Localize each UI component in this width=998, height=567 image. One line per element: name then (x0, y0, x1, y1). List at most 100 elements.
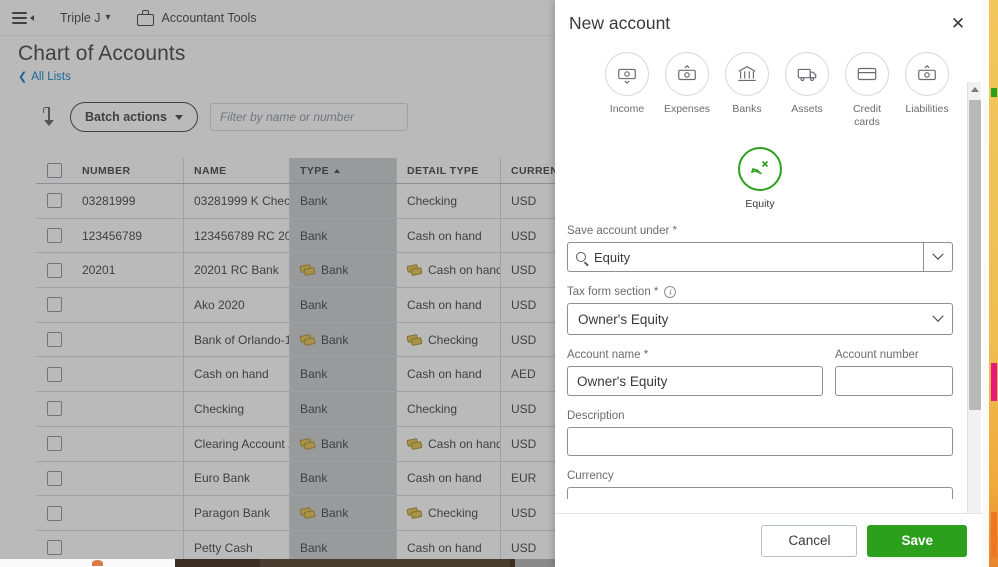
row-checkbox[interactable] (46, 436, 62, 452)
select-all-checkbox[interactable] (46, 163, 62, 178)
account-type-equity[interactable]: Equity (730, 147, 790, 211)
money-bill-down-icon (605, 52, 649, 96)
cell-type-text: Bank (300, 401, 328, 416)
cell-detail-text: Cash on hand (407, 540, 482, 555)
row-checkbox-cell (36, 219, 72, 253)
cell-detail-text: Checking (407, 401, 458, 416)
row-checkbox[interactable] (46, 470, 62, 486)
save-button[interactable]: Save (867, 524, 967, 557)
accountant-tools-button[interactable]: Accountant Tools (136, 9, 257, 26)
scrollbar-thumb[interactable] (969, 100, 981, 410)
shared-account-icon (407, 508, 422, 518)
account-name-input[interactable] (567, 366, 823, 397)
hand-money-icon (738, 147, 782, 192)
row-checkbox-cell (36, 392, 72, 426)
column-header-name[interactable]: NAME (184, 158, 290, 183)
hamburger-collapse-icon[interactable] (12, 8, 38, 28)
account-type-liabilities[interactable]: Liabilities (901, 52, 953, 129)
row-checkbox[interactable] (46, 262, 62, 278)
tax-form-section-select[interactable]: Owner's Equity (567, 303, 953, 336)
account-type-selected-row: Equity (567, 131, 953, 211)
chevron-down-icon (932, 310, 944, 323)
panel-header: New account ✕ (555, 0, 983, 46)
shared-account-icon (300, 265, 315, 275)
column-header-detail-type[interactable]: DETAIL TYPE (397, 158, 501, 183)
cell-name: 123456789 RC 202120 (184, 218, 290, 253)
cell-type: Bank (290, 184, 397, 218)
column-header-type[interactable]: TYPE (290, 158, 397, 183)
account-type-banks[interactable]: Banks (721, 52, 773, 129)
cell-type-text: Bank (321, 332, 349, 347)
row-checkbox-cell (36, 184, 72, 218)
shared-account-icon (407, 439, 422, 449)
row-checkbox-cell (36, 427, 72, 461)
cell-detail-text: Cash on hand (428, 263, 501, 278)
cancel-button[interactable]: Cancel (761, 524, 858, 557)
account-type-income[interactable]: Income (601, 52, 653, 129)
name-number-row: Account name * Account number (567, 349, 953, 397)
taskbar-segment (260, 559, 510, 567)
row-checkbox-cell (36, 288, 72, 322)
account-number-input[interactable] (835, 366, 953, 397)
caret-down-icon (174, 114, 183, 120)
cell-name: Euro Bank (184, 461, 290, 496)
cell-type-text: Bank (321, 436, 349, 451)
sort-arrow-icon[interactable] (40, 106, 58, 128)
row-checkbox[interactable] (46, 297, 62, 313)
scroll-marker-gutter (989, 0, 998, 567)
cell-number: 20201 (72, 253, 184, 288)
account-type-assets[interactable]: Assets (781, 52, 833, 129)
cell-type: Bank (290, 288, 397, 322)
cell-detail-text: Cash on hand (407, 228, 482, 243)
description-input[interactable] (567, 427, 953, 457)
account-type-credit-cards[interactable]: Credit cards (841, 52, 893, 129)
row-checkbox[interactable] (46, 332, 62, 348)
close-icon[interactable]: ✕ (947, 12, 969, 34)
tax-form-section-label: Tax form section * i (567, 286, 953, 299)
shared-account-icon (407, 265, 422, 275)
row-checkbox-cell (36, 323, 72, 357)
row-checkbox[interactable] (46, 193, 62, 209)
scroll-up-arrow[interactable] (968, 82, 982, 96)
scroll-marker (991, 363, 997, 401)
company-switcher[interactable]: Triple J ▾ (60, 11, 111, 25)
cell-detail-text: Cash on hand (407, 367, 482, 382)
cell-name: Bank of Orlando-1 (184, 322, 290, 357)
currency-field: Currency (567, 470, 953, 500)
chevron-down-icon[interactable] (924, 248, 952, 261)
tax-form-section-label-text: Tax form section * (567, 286, 659, 299)
save-account-under-combobox[interactable]: Equity (567, 242, 953, 273)
company-name: Triple J (60, 10, 101, 25)
row-checkbox[interactable] (46, 540, 62, 556)
account-number-field: Account number (835, 349, 953, 397)
chevron-left-icon: ❮ (18, 71, 28, 83)
row-checkbox-cell (36, 462, 72, 496)
cell-name: Ako 2020 (184, 288, 290, 322)
account-type-label: Assets (791, 103, 823, 115)
cell-detail-type: Cash on hand (397, 253, 501, 288)
briefcase-icon (136, 9, 154, 26)
row-checkbox[interactable] (46, 366, 62, 382)
account-type-label: Expenses (663, 103, 711, 115)
save-account-under-value: Equity (594, 249, 631, 265)
shared-account-icon (300, 335, 315, 345)
shared-account-icon (300, 439, 315, 449)
account-type-expenses[interactable]: Expenses (661, 52, 713, 129)
cell-number (72, 392, 184, 426)
row-checkbox[interactable] (46, 505, 62, 521)
row-checkbox[interactable] (46, 401, 62, 417)
cell-type: Bank (290, 322, 397, 357)
cell-detail-type: Checking (397, 322, 501, 357)
column-header-number[interactable]: NUMBER (72, 158, 184, 183)
row-checkbox[interactable] (46, 228, 62, 244)
filter-input[interactable] (209, 103, 408, 131)
panel-scrollbar[interactable] (967, 82, 981, 513)
cell-detail-type: Checking (397, 496, 501, 530)
info-icon[interactable]: i (664, 286, 677, 299)
currency-select[interactable] (567, 487, 953, 500)
credit-card-icon (845, 52, 889, 96)
account-type-label: Income (609, 103, 645, 115)
bank-building-icon (725, 52, 769, 96)
cell-detail-text: Cash on hand (407, 471, 482, 486)
batch-actions-button[interactable]: Batch actions (70, 102, 198, 132)
